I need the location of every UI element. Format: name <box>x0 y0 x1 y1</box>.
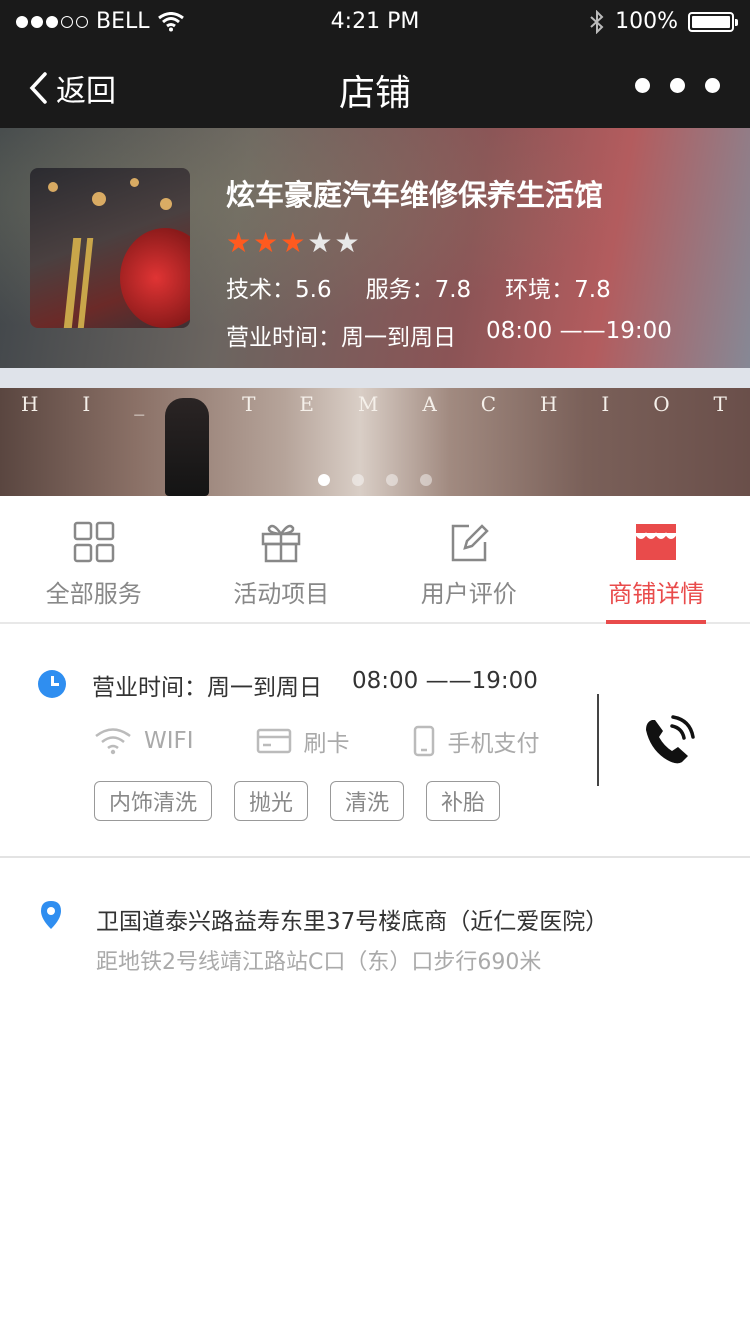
status-bar: BELL 4:21 PM 100% <box>0 0 750 44</box>
shop-hours-time: 08:00 ——19:00 <box>486 318 672 344</box>
tab-label: 用户评价 <box>420 580 517 608</box>
score-tech: 技术：5.6 <box>226 277 332 303</box>
banner-carousel[interactable]: HI__TEMACHIOT <box>0 368 750 496</box>
feature-wifi: WIFI <box>94 724 194 758</box>
shop-name: 炫车豪庭汽车维修保养生活馆 <box>226 178 604 212</box>
shop-header: 炫车豪庭汽车维修保养生活馆 ★ ★ ★ ★ ★ 技术：5.6 服务：7.8 环境：7.8… <box>0 128 750 368</box>
score-row: 技术：5.6 服务：7.8 环境：7.8 <box>226 270 672 304</box>
star-icon: ★ <box>307 226 333 259</box>
feature-label: 手机支付 <box>447 731 540 757</box>
bluetooth-icon <box>590 9 604 34</box>
feature-mobile-pay: 手机支付 <box>412 724 540 758</box>
feature-label: WIFI <box>144 728 194 754</box>
battery-icon <box>688 11 738 32</box>
shop-hours-label: 营业时间：周一到周日 <box>226 325 456 351</box>
banner-letter: I <box>82 392 93 416</box>
banner-letter: I <box>601 392 612 416</box>
tab-label: 商铺详情 <box>608 580 705 608</box>
banner-letter: M <box>357 392 381 416</box>
carousel-dots[interactable] <box>0 474 750 486</box>
phone-icon <box>646 715 695 764</box>
banner-lettering: HI__TEMACHIOT <box>0 392 750 416</box>
carousel-dot[interactable] <box>420 474 432 486</box>
address-section[interactable]: 卫国道泰兴路益寿东里37号楼底商（近仁爱医院） 距地铁2号线靖江路站C口（东）口… <box>0 860 750 1000</box>
service-tag[interactable]: 补胎 <box>426 781 501 821</box>
banner-letter: A <box>422 392 439 416</box>
carousel-dot[interactable] <box>386 474 398 486</box>
tab-all-services[interactable]: 全部服务 <box>0 496 188 622</box>
banner-letter: C <box>480 392 499 416</box>
store-detail-section: 营业时间：周一到周日 08:00 ——19:00 WIFI 刷卡 手机支付 内饰… <box>0 626 750 858</box>
tab-store-details[interactable]: 商铺详情 <box>563 496 750 624</box>
battery-percent: 100% <box>615 9 678 34</box>
score-service: 服务：7.8 <box>365 277 472 303</box>
status-right: 100% <box>589 9 738 34</box>
clock-icon <box>38 670 66 698</box>
star-icon: ★ <box>226 226 252 259</box>
location-pin-icon <box>41 901 61 929</box>
tab-label: 全部服务 <box>45 580 142 608</box>
store-icon <box>635 524 678 560</box>
service-tag[interactable]: 抛光 <box>234 781 309 821</box>
banner-letter: H <box>539 392 560 416</box>
star-icon: ★ <box>253 226 279 259</box>
transit-info: 距地铁2号线靖江路站C口（东）口步行690米 <box>96 950 542 975</box>
service-tag[interactable]: 内饰清洗 <box>94 781 213 821</box>
tab-bar: 全部服务 活动项目 用户评价 商铺详情 <box>0 496 750 624</box>
call-button[interactable] <box>642 714 696 768</box>
business-hours-label: 营业时间：周一到周日 <box>92 675 322 701</box>
service-tags: 内饰清洗 抛光 清洗 补胎 <box>94 781 501 821</box>
business-hours-time: 08:00 ——19:00 <box>352 668 538 694</box>
shop-thumbnail[interactable] <box>30 168 190 328</box>
feature-card: 刷卡 <box>256 724 350 758</box>
service-tag[interactable]: 清洗 <box>330 781 405 821</box>
star-icon: ★ <box>334 226 360 259</box>
gift-icon <box>262 524 301 563</box>
banner-letter: _ <box>134 392 147 416</box>
banner-letter: H <box>20 392 41 416</box>
carousel-dot[interactable] <box>318 474 330 486</box>
score-environment: 环境：7.8 <box>505 277 611 303</box>
address-line: 卫国道泰兴路益寿东里37号楼底商（近仁爱医院） <box>96 909 609 935</box>
more-button[interactable] <box>635 78 720 93</box>
tab-label: 活动项目 <box>233 580 330 608</box>
edit-icon <box>451 524 489 562</box>
star-icon: ★ <box>280 226 306 259</box>
grid-icon <box>73 521 114 563</box>
nav-bar: 返回 店铺 <box>0 44 750 128</box>
wifi-icon <box>95 728 131 755</box>
banner-letter: E <box>299 392 316 416</box>
card-icon <box>256 728 291 754</box>
banner-letter: T <box>713 392 729 416</box>
carousel-dot[interactable] <box>352 474 364 486</box>
banner-image[interactable]: HI__TEMACHIOT <box>0 388 750 496</box>
tab-activities[interactable]: 活动项目 <box>188 496 376 622</box>
more-dot-icon <box>635 78 650 93</box>
banner-letter: O <box>653 392 672 416</box>
rating-stars: ★ ★ ★ ★ ★ <box>226 228 672 258</box>
feature-row: WIFI 刷卡 手机支付 <box>94 724 540 758</box>
more-dot-icon <box>670 78 685 93</box>
vertical-divider <box>597 694 599 786</box>
shop-info: 炫车豪庭汽车维修保养生活馆 ★ ★ ★ ★ ★ 技术：5.6 服务：7.8 环境：7.8… <box>226 172 672 352</box>
more-dot-icon <box>705 78 720 93</box>
mobile-icon <box>413 725 434 757</box>
tab-reviews[interactable]: 用户评价 <box>375 496 563 622</box>
shop-hours: 营业时间：周一到周日 08:00 ——19:00 <box>226 318 672 352</box>
feature-label: 刷卡 <box>303 731 350 757</box>
business-hours: 营业时间：周一到周日 08:00 ——19:00 <box>92 668 538 702</box>
banner-letter: T <box>242 392 258 416</box>
